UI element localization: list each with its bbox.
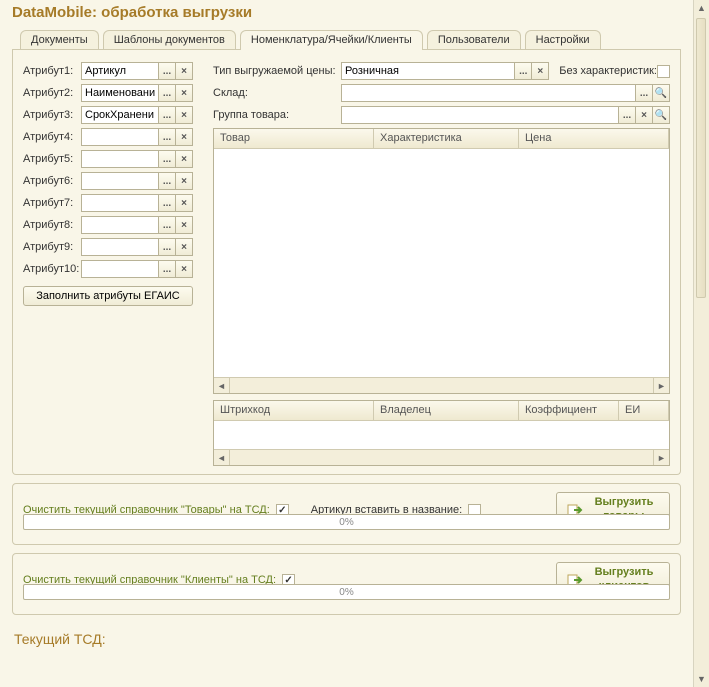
attr2-label: Атрибут2: [23,87,81,99]
export-clients-group: Очистить текущий справочник "Клиенты" на… [12,553,681,615]
attr8-select-button[interactable]: ... [158,216,176,234]
scrollbar-thumb[interactable] [696,18,706,298]
scroll-up-icon[interactable]: ▲ [694,0,709,16]
attr4-label: Атрибут4: [23,131,81,143]
warehouse-search-button[interactable] [652,84,670,102]
tab-users[interactable]: Пользователи [427,30,521,49]
price-type-select-button[interactable]: ... [514,62,532,80]
attr5-select-button[interactable]: ... [158,150,176,168]
scroll-left-icon[interactable]: ◄ [214,450,230,465]
attr6-label: Атрибут6: [23,175,81,187]
barcode-col-coef[interactable]: Коэффициент [519,401,619,420]
barcode-col-unit[interactable]: ЕИ [619,401,669,420]
attr6-select-button[interactable]: ... [158,172,176,190]
barcode-grid: Штрихкод Владелец Коэффициент ЕИ ◄ ► [213,400,670,466]
export-goods-progress: 0% [23,514,670,530]
tab-nomenclature[interactable]: Номенклатура/Ячейки/Клиенты [240,30,423,50]
tab-panel: Атрибут1:...× Атрибут2:...× Атрибут3:...… [12,50,681,475]
scroll-down-icon[interactable]: ▼ [694,671,709,687]
group-search-button[interactable] [652,106,670,124]
attr8-clear-button[interactable]: × [175,216,193,234]
attr9-label: Атрибут9: [23,241,81,253]
warehouse-select-button[interactable]: ... [635,84,653,102]
attr2-input[interactable] [81,84,159,102]
attr3-clear-button[interactable]: × [175,106,193,124]
price-type-input[interactable] [341,62,515,80]
page-title: DataMobile: обработка выгрузки [0,0,693,27]
goods-grid: Товар Характеристика Цена ◄ ► [213,128,670,394]
scroll-right-icon[interactable]: ► [653,378,669,393]
attr9-select-button[interactable]: ... [158,238,176,256]
attr8-input[interactable] [81,216,159,234]
barcode-col-owner[interactable]: Владелец [374,401,519,420]
attr1-label: Атрибут1: [23,65,81,77]
attr10-clear-button[interactable]: × [175,260,193,278]
no-characteristics-checkbox[interactable] [657,65,670,78]
tab-templates[interactable]: Шаблоны документов [103,30,236,49]
tabs: Документы Шаблоны документов Номенклатур… [0,27,693,49]
attr7-clear-button[interactable]: × [175,194,193,212]
scroll-right-icon[interactable]: ► [653,450,669,465]
attr3-select-button[interactable]: ... [158,106,176,124]
goods-col-characteristic[interactable]: Характеристика [374,129,519,148]
attr4-select-button[interactable]: ... [158,128,176,146]
attr9-input[interactable] [81,238,159,256]
warehouse-input[interactable] [341,84,636,102]
attr2-clear-button[interactable]: × [175,84,193,102]
attr10-label: Атрибут10: [23,263,81,275]
attr1-select-button[interactable]: ... [158,62,176,80]
attr5-label: Атрибут5: [23,153,81,165]
attr3-input[interactable] [81,106,159,124]
attributes-block: Атрибут1:...× Атрибут2:...× Атрибут3:...… [23,62,203,306]
barcode-grid-scrollbar[interactable]: ◄ ► [214,449,669,465]
barcode-grid-body[interactable] [214,421,669,449]
attr7-label: Атрибут7: [23,197,81,209]
attr7-select-button[interactable]: ... [158,194,176,212]
warehouse-label: Склад: [213,87,341,99]
goods-col-product[interactable]: Товар [214,129,374,148]
attr10-select-button[interactable]: ... [158,260,176,278]
attr1-input[interactable] [81,62,159,80]
attr9-clear-button[interactable]: × [175,238,193,256]
attr7-input[interactable] [81,194,159,212]
attr1-clear-button[interactable]: × [175,62,193,80]
attr6-input[interactable] [81,172,159,190]
attr4-input[interactable] [81,128,159,146]
attr2-select-button[interactable]: ... [158,84,176,102]
no-characteristics-label: Без характеристик: [559,65,657,77]
export-clients-progress: 0% [23,584,670,600]
group-select-button[interactable]: ... [618,106,636,124]
export-goods-group: Очистить текущий справочник "Товары" на … [12,483,681,545]
goods-grid-scrollbar[interactable]: ◄ ► [214,377,669,393]
vertical-scrollbar[interactable]: ▲ ▼ [693,0,709,687]
group-input[interactable] [341,106,619,124]
fill-egais-button[interactable]: Заполнить атрибуты ЕГАИС [23,286,193,306]
attr10-input[interactable] [81,260,159,278]
attr6-clear-button[interactable]: × [175,172,193,190]
goods-grid-body[interactable] [214,149,669,377]
scroll-left-icon[interactable]: ◄ [214,378,230,393]
price-type-label: Тип выгружаемой цены: [213,65,341,77]
right-fields: Тип выгружаемой цены: ... × Без характер… [213,62,670,466]
price-type-clear-button[interactable]: × [531,62,549,80]
tab-settings[interactable]: Настройки [525,30,601,49]
tab-documents[interactable]: Документы [20,30,99,49]
goods-col-price[interactable]: Цена [519,129,669,148]
attr5-input[interactable] [81,150,159,168]
attr5-clear-button[interactable]: × [175,150,193,168]
attr8-label: Атрибут8: [23,219,81,231]
group-label: Группа товара: [213,109,341,121]
attr4-clear-button[interactable]: × [175,128,193,146]
group-clear-button[interactable]: × [635,106,653,124]
current-tsd-label: Текущий ТСД: [0,623,693,655]
barcode-col-barcode[interactable]: Штрихкод [214,401,374,420]
attr3-label: Атрибут3: [23,109,81,121]
